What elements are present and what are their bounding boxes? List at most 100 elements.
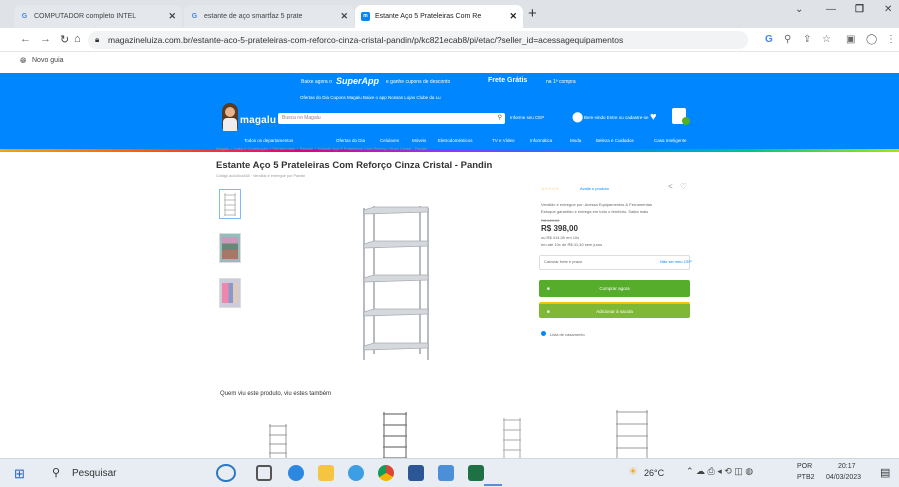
related-product-image[interactable] — [380, 410, 410, 462]
task-view-icon[interactable] — [256, 465, 272, 481]
related-product-image[interactable] — [614, 408, 650, 462]
nav-category[interactable]: Todos os departamentos — [244, 138, 293, 143]
file-explorer-icon[interactable] — [318, 465, 334, 481]
thumbnail-1[interactable] — [219, 189, 241, 219]
excel-icon[interactable] — [468, 465, 484, 481]
edge-icon[interactable] — [288, 465, 304, 481]
app-promo-bar[interactable]: Baixe agora o SuperApp e ganhe cupons de… — [0, 73, 899, 91]
star-icon[interactable]: ☆ — [822, 34, 831, 45]
new-tab-button[interactable]: + — [528, 5, 537, 22]
bag-icon: ■ — [547, 286, 550, 291]
heart-outline-icon[interactable]: ♡ — [680, 182, 687, 191]
no-cep-link[interactable]: Não sei meu CEP — [660, 259, 692, 264]
cep-link[interactable]: Informe seu CEP — [510, 115, 544, 120]
home-icon[interactable]: ⌂ — [74, 33, 81, 45]
google-icon: G — [191, 13, 198, 20]
weather-icon[interactable]: ☀ — [628, 465, 638, 478]
seller-info[interactable]: Vendido e entregue por: Acessa Equipamen… — [541, 202, 652, 207]
google-icon: G — [21, 13, 28, 20]
share-icon[interactable]: ⇪ — [803, 34, 811, 45]
close-icon[interactable]: ✕ — [164, 11, 176, 22]
temperature[interactable]: 26°C — [644, 468, 664, 478]
related-product-image[interactable] — [266, 422, 290, 462]
tab-estante-magalu[interactable]: m Estante Aço 5 Prateleiras Com Re ✕ — [355, 5, 523, 28]
gift-icon — [541, 331, 546, 336]
rating-link[interactable]: Avalie o produto — [580, 186, 609, 191]
heart-icon[interactable]: ♥ — [650, 111, 657, 123]
related-product-image[interactable] — [500, 416, 524, 462]
google-lens-icon[interactable]: G — [765, 34, 773, 45]
thumbnail-3[interactable] — [219, 278, 241, 308]
location-pin-icon[interactable]: ⬤ — [572, 112, 583, 123]
profile-icon[interactable]: ◯ — [866, 34, 877, 45]
windows-start-icon[interactable]: ⊞ — [14, 466, 25, 482]
widgets-icon[interactable] — [216, 464, 236, 482]
price-sub: ou R$ 414,00 em 10x — [541, 235, 580, 240]
close-window-button[interactable]: ✕ — [884, 4, 892, 15]
nav-category[interactable]: Móveis — [412, 138, 426, 143]
bookmarks-bar: 🌐︎ Novo guia — [0, 52, 899, 70]
nav-category[interactable]: Moda — [570, 138, 581, 143]
old-price: R$ 429,90 — [541, 218, 560, 223]
nav-category[interactable]: Beleza e Cuidados — [596, 138, 634, 143]
product-image[interactable] — [356, 204, 436, 364]
rainbow-divider — [0, 149, 899, 152]
address-bar[interactable]: 🔒︎ magazineluiza.com.br/estante-aco-5-pr… — [88, 31, 748, 49]
superapp-logo: SuperApp — [336, 76, 380, 86]
breadcrumb[interactable]: Magalu > Casa e Construção > Ferramentas… — [216, 146, 427, 151]
cep-box[interactable]: Calcular frete e prazo Não sei meu CEP — [539, 255, 692, 270]
tab-estante-search[interactable]: G estante de aço smartfaz 5 prate ✕ — [184, 5, 354, 28]
share-icon[interactable]: < — [668, 182, 673, 191]
nav-category[interactable]: Eletrodomésticos — [438, 138, 473, 143]
browser-toolbar: ← → ↻ ⌂ 🔒︎ magazineluiza.com.br/estante-… — [0, 28, 899, 52]
bookmark-item[interactable]: Novo guia — [32, 57, 64, 64]
taskbar: ⊞ ⚲ Pesquisar ☀ 26°C ⌃ ☁ ⎙ ◂ ⟲ ◫ ◍ POR P… — [0, 458, 899, 487]
notification-icon[interactable]: ▤ — [880, 466, 890, 479]
nav-category[interactable]: Informática — [530, 138, 552, 143]
cart-count-badge — [682, 117, 690, 125]
sidebar-icon[interactable]: ▣ — [846, 34, 855, 45]
clock-time[interactable]: 20:17 — [838, 463, 856, 470]
chrome-icon[interactable] — [378, 465, 394, 481]
wishlist-link[interactable]: Lista de casamento — [550, 332, 585, 337]
clock-date[interactable]: 04/03/2023 — [826, 474, 861, 481]
search-icon[interactable]: ⚲ — [498, 113, 502, 124]
rating-stars[interactable]: ☆☆☆☆☆ — [541, 186, 559, 191]
thumbnail-2[interactable] — [219, 233, 241, 263]
zoom-icon[interactable]: ⚲ — [784, 34, 791, 45]
close-icon[interactable]: ✕ — [336, 11, 348, 22]
reload-icon[interactable]: ↻ — [60, 33, 69, 46]
magalu-logo[interactable]: magalu — [240, 115, 276, 126]
seller-sub: Estoque garantido e entrega em todo o te… — [541, 209, 649, 214]
forward-icon[interactable]: → — [40, 33, 51, 45]
chrome-alt-icon[interactable] — [348, 465, 364, 481]
nav-category[interactable]: Casa Inteligente — [654, 138, 687, 143]
taskbar-search[interactable]: Pesquisar — [72, 468, 116, 479]
header-links[interactable]: Ofertas do Dia Cupons Magalu Baixe o app… — [300, 95, 441, 100]
minimize-button[interactable]: — — [826, 4, 836, 15]
nav-category[interactable]: Celulares — [380, 138, 399, 143]
nav-category[interactable]: TV e Vídeo — [492, 138, 515, 143]
chevron-down-icon[interactable]: ⌄ — [795, 4, 803, 15]
add-to-bag-button[interactable]: ■ Adicionar à sacola — [539, 302, 690, 318]
menu-icon[interactable]: ⋮ — [886, 34, 896, 45]
back-icon[interactable]: ← — [20, 33, 31, 45]
price: R$ 398,00 — [541, 224, 578, 233]
search-icon[interactable]: ⚲ — [52, 466, 60, 479]
buy-now-button[interactable]: ■ Comprar agora — [539, 280, 690, 297]
calculator-icon[interactable] — [438, 465, 454, 481]
page-title: Estante Aço 5 Prateleiras Com Reforço Ci… — [216, 160, 493, 171]
restore-button[interactable]: ❐ — [855, 4, 864, 15]
search-input[interactable]: Busca no Magalu ⚲ — [278, 113, 505, 124]
web-page: Baixe agora o SuperApp e ganhe cupons de… — [0, 70, 899, 462]
lang-indicator-2[interactable]: PTB2 — [797, 474, 815, 481]
tab-bar: G COMPUTADOR completo INTEL ✕ G estante … — [0, 0, 899, 28]
product-subinfo: Código ac4c5c4d38 · Vendido e entregue p… — [216, 174, 306, 178]
account-link[interactable]: Bem-vindo Entre ou cadastre-se — [584, 115, 649, 120]
tray-icons[interactable]: ⌃ ☁ ⎙ ◂ ⟲ ◫ ◍ — [686, 466, 753, 477]
tab-computador[interactable]: G COMPUTADOR completo INTEL ✕ — [14, 5, 182, 28]
nav-category[interactable]: Ofertas do Dia — [336, 138, 365, 143]
app-icon[interactable] — [408, 465, 424, 481]
close-icon[interactable]: ✕ — [505, 11, 517, 22]
lang-indicator[interactable]: POR — [797, 463, 812, 470]
